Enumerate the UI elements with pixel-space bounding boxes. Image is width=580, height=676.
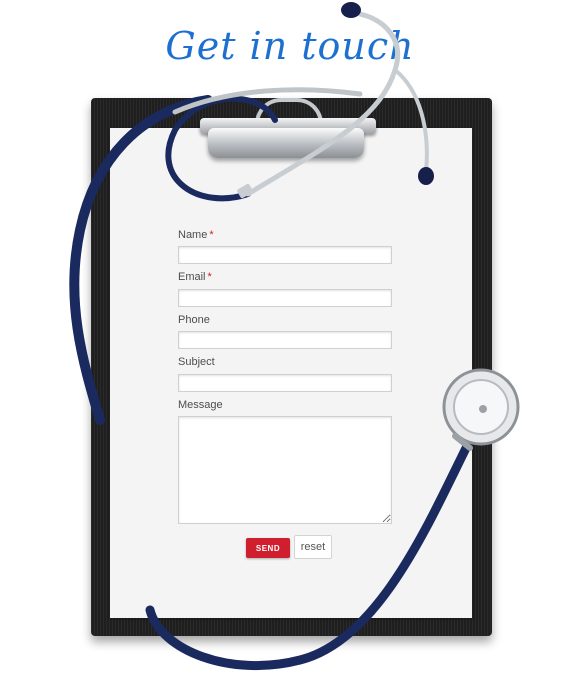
- phone-input[interactable]: [178, 331, 392, 349]
- name-input[interactable]: [178, 246, 392, 264]
- name-required-marker: *: [209, 229, 214, 241]
- contact-form: Name * Email * Phone Subject Message SEND …: [0, 0, 580, 676]
- message-label: Message: [178, 399, 223, 411]
- message-textarea[interactable]: [178, 416, 392, 524]
- phone-label: Phone: [178, 314, 210, 326]
- send-button[interactable]: SEND: [246, 538, 290, 558]
- reset-button[interactable]: reset: [294, 535, 332, 559]
- name-label-text: Name: [178, 229, 208, 241]
- subject-label: Subject: [178, 356, 215, 368]
- email-required-marker: *: [207, 271, 212, 283]
- subject-input[interactable]: [178, 374, 392, 392]
- email-label: Email *: [178, 271, 212, 283]
- name-label: Name *: [178, 229, 214, 241]
- email-label-text: Email: [178, 271, 206, 283]
- email-input[interactable]: [178, 289, 392, 307]
